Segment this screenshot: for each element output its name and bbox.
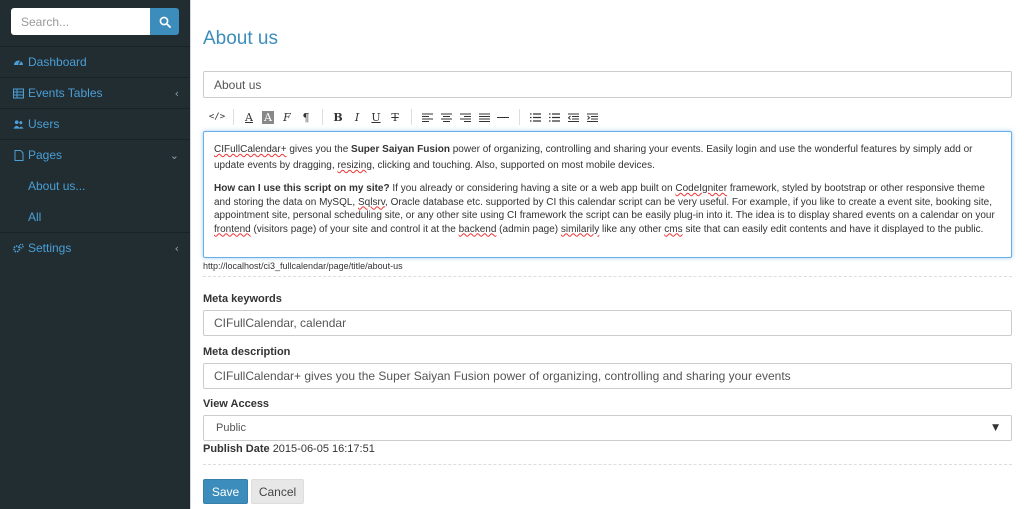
sidebar-subitem-label: All — [28, 209, 42, 224]
divider — [203, 464, 1012, 465]
caret-down-icon: ▼ — [992, 423, 999, 433]
chevron-down-icon: ⌄ — [169, 149, 179, 162]
title-input[interactable]: About us — [203, 71, 1012, 98]
editor-paragraph: CIFullCalendar+ gives you the Super Saiy… — [214, 142, 1001, 174]
paragraph-icon[interactable]: ¶ — [297, 107, 315, 127]
font-family-icon[interactable]: F — [278, 107, 296, 127]
dashboard-icon — [13, 57, 24, 68]
italic-icon[interactable]: I — [348, 107, 366, 127]
sidebar-item-events-tables[interactable]: Events Tables ‹ — [0, 77, 190, 108]
meta-description-label: Meta description — [203, 346, 291, 358]
editor-text: (admin page) — [496, 223, 561, 235]
editor-text: , clicking and touching. Also, supported… — [371, 160, 655, 171]
publish-date: Publish Date 2015-06-05 16:17:51 — [203, 443, 375, 455]
meta-description-input[interactable]: CIFullCalendar+ gives you the Super Saiy… — [203, 363, 1012, 389]
sidebar-item-label: Events Tables — [28, 86, 103, 100]
toolbar-divider — [233, 109, 234, 125]
chevron-left-icon: ‹ — [174, 242, 179, 255]
editor-bold-text: Super Saiyan Fusion — [351, 144, 450, 155]
sidebar-nav: Dashboard Events Tables ‹ Users Pages ⌄ … — [0, 46, 190, 263]
sidebar-subitem-all[interactable]: All — [0, 201, 190, 232]
users-icon — [13, 119, 24, 130]
indent-icon[interactable] — [583, 107, 601, 127]
editor-text: resizing — [337, 160, 372, 171]
sidebar-search — [11, 8, 179, 35]
chevron-left-icon: ‹ — [174, 87, 179, 100]
editor-text: frontend — [214, 223, 251, 235]
editor-text: gives you the — [286, 144, 352, 155]
editor-text: backend — [458, 223, 497, 235]
editor-toolbar: </> A A F ¶ B I U T — [203, 106, 1012, 128]
sidebar-item-label: Dashboard — [28, 55, 87, 69]
search-input[interactable] — [11, 8, 150, 35]
page-url: http://localhost/ci3_fullcalendar/page/t… — [203, 261, 403, 271]
view-access-value: Public — [216, 422, 246, 434]
sidebar-item-label: Settings — [28, 241, 72, 255]
underline-icon[interactable]: U — [367, 107, 385, 127]
toolbar-divider — [411, 109, 412, 125]
search-icon — [159, 16, 171, 28]
unordered-list-icon[interactable] — [526, 107, 544, 127]
sidebar-item-settings[interactable]: Settings ‹ — [0, 232, 190, 263]
file-icon — [13, 149, 24, 161]
meta-keywords-label: Meta keywords — [203, 293, 282, 305]
font-color-icon[interactable]: A — [240, 107, 258, 127]
sidebar-item-pages[interactable]: Pages ⌄ — [0, 139, 190, 170]
ordered-list-icon[interactable] — [545, 107, 563, 127]
cancel-button[interactable]: Cancel — [251, 479, 304, 504]
editor-text: CIFullCalendar+ — [214, 144, 287, 155]
publish-date-value: 2015-06-05 16:17:51 — [272, 443, 375, 455]
view-access-label: View Access — [203, 398, 270, 410]
align-left-icon[interactable] — [418, 107, 436, 127]
editor-paragraph: How can I use this script on my site? If… — [214, 182, 1001, 236]
align-right-icon[interactable] — [456, 107, 474, 127]
editor-text: Sqlsrv — [357, 196, 386, 208]
sidebar-item-label: Pages — [28, 148, 63, 162]
divider — [203, 276, 1012, 277]
publish-date-label: Publish Date — [203, 443, 270, 455]
toolbar-divider — [322, 109, 323, 125]
editor-text: CodeIgniter — [675, 183, 728, 194]
meta-keywords-input[interactable]: CIFullCalendar, calendar — [203, 310, 1012, 336]
sidebar-item-label: Users — [28, 117, 60, 131]
align-justify-icon[interactable] — [475, 107, 493, 127]
table-icon — [13, 88, 24, 99]
outdent-icon[interactable] — [564, 107, 582, 127]
content-editor[interactable]: CIFullCalendar+ gives you the Super Saiy… — [203, 131, 1012, 258]
horizontal-rule-icon[interactable] — [494, 107, 512, 127]
sidebar: Dashboard Events Tables ‹ Users Pages ⌄ … — [0, 0, 190, 509]
align-center-icon[interactable] — [437, 107, 455, 127]
code-view-icon[interactable]: </> — [208, 107, 226, 127]
sidebar-subitem-label: About us... — [28, 178, 86, 193]
sidebar-item-users[interactable]: Users — [0, 108, 190, 139]
editor-text: If you already or considering having a s… — [389, 183, 676, 194]
editor-text: similarily — [560, 223, 600, 235]
background-color-icon[interactable]: A — [259, 107, 277, 127]
editor-text: site that can easily edit contents and h… — [682, 223, 984, 235]
bold-icon[interactable]: B — [329, 107, 347, 127]
editor-text: like any other — [599, 223, 665, 235]
sidebar-subitem-about-us[interactable]: About us... — [0, 170, 190, 201]
view-access-select[interactable]: Public ▼ — [203, 415, 1012, 441]
sidebar-item-dashboard[interactable]: Dashboard — [0, 46, 190, 77]
save-button[interactable]: Save — [203, 479, 248, 504]
strikethrough-icon[interactable]: T — [386, 107, 404, 127]
editor-bold-text: How can I use this script on my site? — [214, 183, 390, 194]
editor-text: (visitors page) of your site and control… — [250, 223, 459, 235]
main-content: About us About us </> A A F ¶ B I U T CI… — [190, 0, 1024, 509]
toolbar-divider — [519, 109, 520, 125]
page-title: About us — [203, 28, 278, 49]
gears-icon — [13, 243, 24, 254]
search-button[interactable] — [150, 8, 179, 35]
editor-text: cms — [664, 223, 683, 235]
